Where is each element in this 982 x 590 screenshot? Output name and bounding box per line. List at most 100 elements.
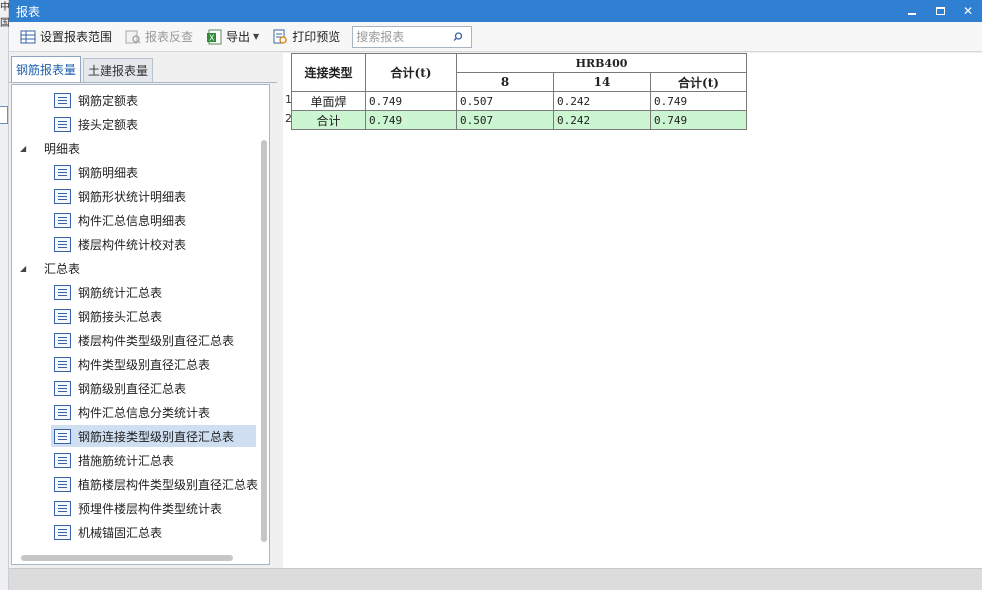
report-document-icon — [54, 524, 71, 540]
chevron-down-icon: ▼ — [253, 32, 260, 41]
tree-item-label: 钢筋统计汇总表 — [78, 285, 163, 300]
print-preview-icon — [272, 29, 288, 45]
set-report-range-label: 设置报表范围 — [40, 30, 113, 44]
tree-item-label: 钢筋连接类型级别直径汇总表 — [78, 429, 235, 444]
status-bar — [9, 568, 982, 590]
tree-item-label: 钢筋形状统计明细表 — [78, 189, 187, 204]
tree-item-label: 构件汇总信息明细表 — [78, 213, 187, 228]
tab-civil-reports[interactable]: 土建报表量 — [83, 58, 154, 82]
tree-item[interactable]: 接头定额表 — [51, 113, 256, 135]
row-number: 1 — [285, 93, 292, 106]
tree-item-label: 钢筋定额表 — [78, 93, 139, 108]
report-grid-area: 连接类型 合计(t) HRB400 8 14 合计(t) 单面焊 0.749 0… — [283, 53, 982, 568]
report-document-icon — [54, 428, 71, 444]
table-cell: 0.507 — [456, 110, 554, 130]
tree-item[interactable]: 构件汇总信息明细表 — [51, 209, 256, 231]
print-preview-button[interactable]: 打印预览 — [267, 25, 345, 49]
tree-horizontal-scrollbar[interactable] — [21, 555, 233, 561]
tree-item-label: 钢筋级别直径汇总表 — [78, 381, 187, 396]
tree-item[interactable]: 钢筋形状统计明细表 — [51, 185, 256, 207]
maximize-icon — [935, 7, 945, 15]
table-cell: 0.749 — [650, 110, 747, 130]
report-document-icon — [54, 500, 71, 516]
maximize-button[interactable] — [926, 0, 954, 22]
tree-item-label: 构件汇总信息分类统计表 — [78, 405, 211, 420]
table-cell: 0.242 — [553, 110, 651, 130]
row-label: 单面焊 — [291, 91, 366, 111]
report-tree: 钢筋定额表接头定额表 ◢ 明细表钢筋明细表钢筋形状统计明细表 构件汇总信息明细表楼层构… — [11, 84, 270, 565]
background-window-edge: 中 国 — [0, 0, 10, 590]
table-cell: 0.749 — [650, 91, 747, 111]
close-button[interactable]: ✕ — [954, 0, 982, 22]
report-type-tabs: 钢筋报表量 土建报表量 — [9, 53, 277, 83]
report-document-icon — [54, 92, 71, 108]
report-document-icon — [54, 284, 71, 300]
tree-item[interactable]: 钢筋接头汇总表 — [51, 305, 256, 327]
tree-item[interactable]: 钢筋统计汇总表 — [51, 281, 256, 303]
report-document-icon — [54, 308, 71, 324]
report-document-icon — [54, 404, 71, 420]
report-document-icon — [54, 452, 71, 468]
tree-item-label: 植筋楼层构件类型级别直径汇总表 — [78, 477, 259, 492]
report-document-icon — [54, 332, 71, 348]
side-dock-handle[interactable] — [0, 106, 8, 124]
report-document-icon — [54, 164, 71, 180]
report-table: 连接类型 合计(t) HRB400 8 14 合计(t) 单面焊 0.749 0… — [291, 53, 747, 130]
tree-item[interactable]: 楼层构件类型级别直径汇总表 — [51, 329, 256, 351]
report-document-icon — [54, 188, 71, 204]
tree-item-label: 楼层构件类型级别直径汇总表 — [78, 333, 235, 348]
collapse-triangle-icon[interactable]: ◢ — [20, 144, 30, 153]
table-cell: 0.242 — [553, 91, 651, 111]
tree-vertical-scrollbar[interactable] — [261, 140, 267, 542]
table-cell: 0.749 — [365, 110, 457, 130]
report-window: 报表 ✕ 设置报表范围 报表反查 X 导出 ▼ 打印预览 搜索报表 钢筋报表量 … — [9, 0, 982, 590]
window-title: 报表 — [16, 4, 41, 19]
table-cell: 0.507 — [456, 91, 554, 111]
tree-item-label: 明细表 — [44, 141, 81, 156]
svg-text:X: X — [209, 33, 215, 42]
tree-item-label: 措施筋统计汇总表 — [78, 453, 175, 468]
search-icon[interactable] — [449, 31, 467, 43]
report-navigation-panel: 钢筋报表量 土建报表量 钢筋定额表接头定额表 ◢ 明细表钢筋明细表钢筋形状统计明细表… — [9, 53, 277, 568]
header-grade: HRB400 — [456, 53, 747, 73]
tree-item-selected[interactable]: 钢筋连接类型级别直径汇总表 — [51, 425, 256, 447]
toolbar: 设置报表范围 报表反查 X 导出 ▼ 打印预览 — [9, 22, 982, 52]
tree-item-label: 钢筋明细表 — [78, 165, 139, 180]
set-report-range-button[interactable]: 设置报表范围 — [15, 25, 117, 49]
tree-item[interactable]: 楼层构件统计校对表 — [51, 233, 256, 255]
tree-item[interactable]: 构件汇总信息分类统计表 — [51, 401, 256, 423]
tree-item[interactable]: 预埋件楼层构件类型统计表 — [51, 497, 256, 519]
table-row-total[interactable]: 合计 0.749 0.507 0.242 0.749 — [291, 110, 747, 130]
title-bar: 报表 ✕ — [9, 0, 982, 22]
tree-item[interactable]: 钢筋定额表 — [51, 89, 256, 111]
tree-item[interactable]: 植筋楼层构件类型级别直径汇总表 — [51, 473, 259, 495]
minimize-button[interactable] — [898, 0, 926, 22]
table-range-icon — [20, 29, 36, 45]
reverse-check-icon — [125, 29, 141, 45]
row-number: 2 — [285, 112, 292, 125]
table-row[interactable]: 单面焊 0.749 0.507 0.242 0.749 — [291, 91, 747, 111]
report-search-input[interactable] — [353, 27, 450, 46]
reverse-check-button[interactable]: 报表反查 — [120, 25, 198, 49]
collapse-triangle-icon[interactable]: ◢ — [20, 264, 30, 273]
tree-item[interactable]: 构件类型级别直径汇总表 — [51, 353, 256, 375]
tree-group[interactable]: ◢ 汇总表 — [20, 257, 80, 279]
tab-rebar-reports[interactable]: 钢筋报表量 — [11, 56, 82, 82]
tree-item[interactable]: 措施筋统计汇总表 — [51, 449, 256, 471]
tree-item-label: 接头定额表 — [78, 117, 139, 132]
export-label: 导出 — [226, 30, 251, 44]
excel-export-icon: X — [206, 29, 222, 45]
report-document-icon — [54, 116, 71, 132]
tree-group[interactable]: ◢ 明细表 — [20, 137, 80, 159]
tree-item[interactable]: 钢筋级别直径汇总表 — [51, 377, 256, 399]
table-cell: 0.749 — [365, 91, 457, 111]
tree-item-label: 汇总表 — [44, 261, 81, 276]
header-diameter-14: 14 — [553, 72, 651, 92]
header-diameter-8: 8 — [456, 72, 554, 92]
tree-item[interactable]: 机械锚固汇总表 — [51, 521, 256, 543]
report-document-icon — [54, 476, 71, 492]
tree-item[interactable]: 钢筋明细表 — [51, 161, 256, 183]
close-icon: ✕ — [962, 4, 974, 18]
export-dropdown-button[interactable]: X 导出 ▼ — [201, 25, 264, 49]
tree-item-label: 钢筋接头汇总表 — [78, 309, 163, 324]
